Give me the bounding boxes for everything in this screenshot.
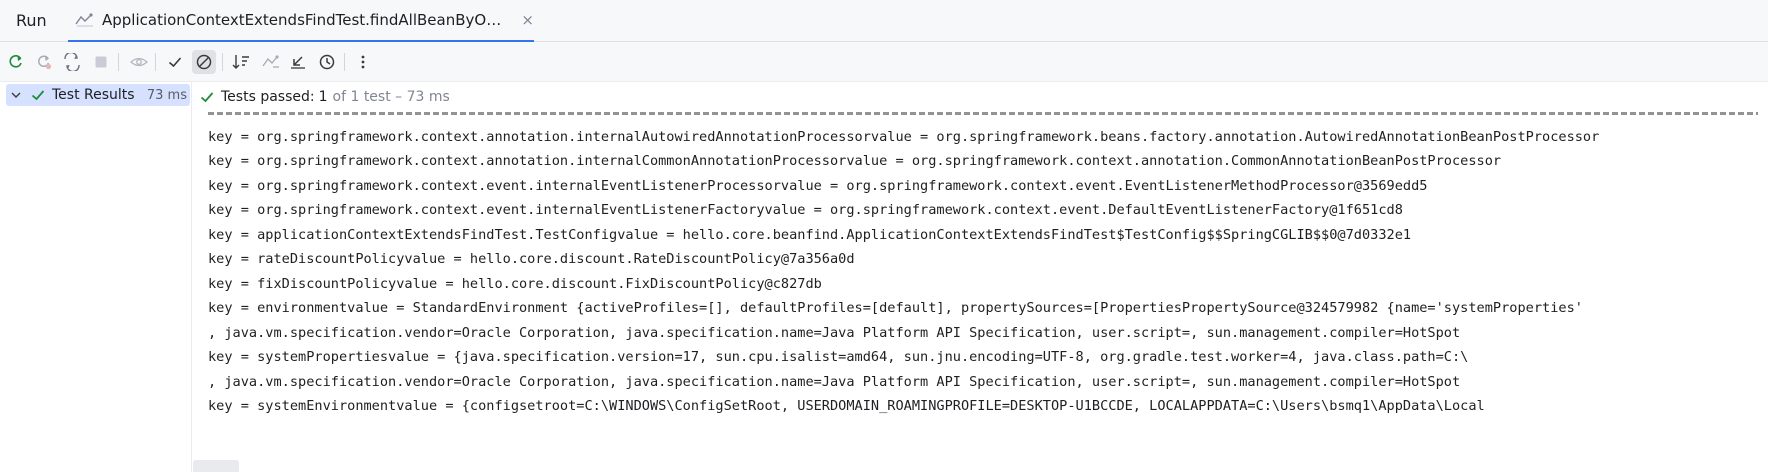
test-tree: Test Results 73 ms	[0, 82, 192, 472]
stop-icon[interactable]	[89, 50, 113, 74]
run-configuration-tab[interactable]: ApplicationContextExtendsFindTest.findAl…	[68, 0, 534, 42]
console-line: , java.vm.specification.vendor=Oracle Co…	[208, 374, 1461, 390]
tab-title: ApplicationContextExtendsFindTest.findAl…	[102, 11, 510, 29]
console-output[interactable]: key = org.springframework.context.annota…	[193, 112, 1768, 472]
show-ignored-icon[interactable]	[192, 50, 216, 74]
more-icon[interactable]	[351, 50, 375, 74]
console-line: key = org.springframework.context.event.…	[208, 202, 1403, 218]
status-summary: of 1 test – 73 ms	[332, 89, 450, 105]
chevron-down-icon[interactable]	[8, 87, 24, 103]
console-line: key = rateDiscountPolicyvalue = hello.co…	[208, 251, 855, 267]
clipped-line	[208, 112, 1758, 115]
import-tests-icon[interactable]	[258, 50, 282, 74]
horizontal-scrollbar[interactable]	[193, 460, 239, 472]
console-line: key = applicationContextExtendsFindTest.…	[208, 227, 1412, 243]
console-line: key = environmentvalue = StandardEnviron…	[208, 300, 1583, 316]
test-status-bar: Tests passed: 1 of 1 test – 73 ms	[193, 82, 1768, 112]
tool-window-header: Run ApplicationContextExtendsFindTest.fi…	[0, 0, 1768, 42]
console-line: , java.vm.specification.vendor=Oracle Co…	[208, 325, 1461, 341]
tree-item-test-results[interactable]: Test Results 73 ms	[6, 84, 190, 106]
status-passed-label: Tests passed:	[221, 89, 315, 105]
console-line: key = org.springframework.context.annota…	[208, 129, 1600, 145]
run-toolbar	[0, 42, 1768, 82]
console-line: key = fixDiscountPolicyvalue = hello.cor…	[208, 276, 822, 292]
toggle-auto-test-icon[interactable]	[60, 50, 84, 74]
run-panel-title: Run	[16, 11, 47, 30]
console-line: key = systemPropertiesvalue = {java.spec…	[208, 349, 1469, 365]
rerun-icon[interactable]	[4, 50, 28, 74]
console-line: key = org.springframework.context.event.…	[208, 178, 1428, 194]
rerun-failed-icon[interactable]	[32, 50, 56, 74]
status-passed-count: 1	[318, 89, 328, 105]
sort-icon[interactable]	[229, 50, 253, 74]
show-passed-icon[interactable]	[163, 50, 187, 74]
console-line: key = org.springframework.context.annota…	[208, 153, 1502, 169]
test-run-icon	[74, 12, 96, 28]
eye-icon[interactable]	[127, 50, 151, 74]
tree-item-duration: 73 ms	[146, 87, 187, 103]
check-icon	[199, 89, 215, 105]
check-icon	[30, 87, 46, 103]
export-icon[interactable]	[286, 50, 310, 74]
close-icon[interactable]: ×	[521, 12, 534, 28]
console-line: key = systemEnvironmentvalue = {configse…	[208, 398, 1485, 414]
history-icon[interactable]	[315, 50, 339, 74]
tree-item-label: Test Results	[52, 87, 135, 103]
